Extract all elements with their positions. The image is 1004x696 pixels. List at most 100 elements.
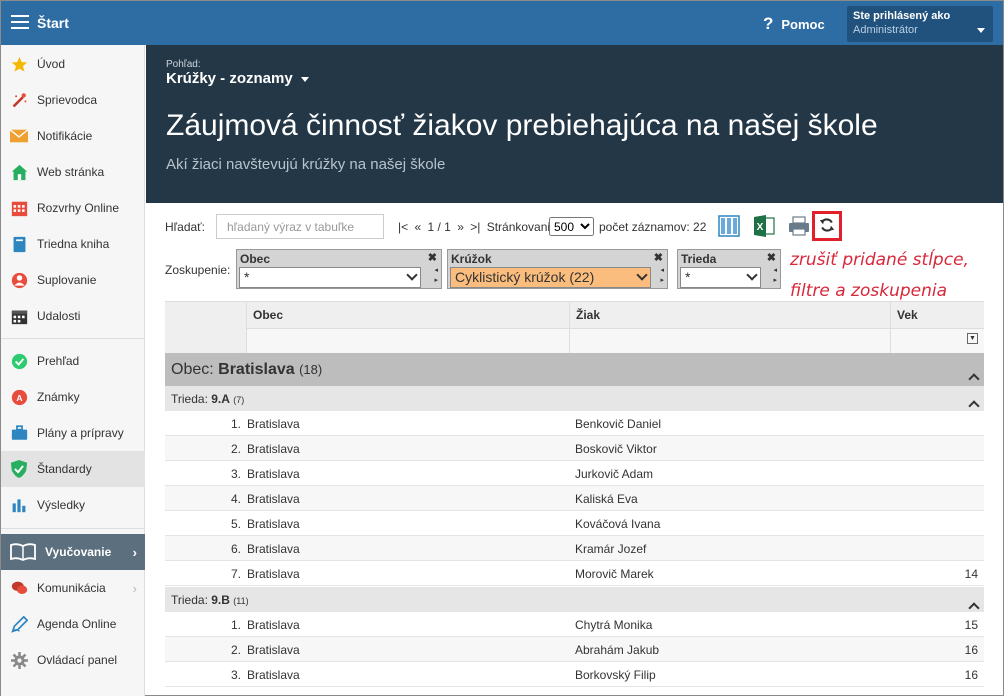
table-row[interactable]: 1. Bratislava Chytrá Monika 15 [165, 612, 984, 637]
group-box-obec[interactable]: Obec ✖ ◂ ▸ * [236, 249, 442, 289]
close-icon[interactable]: ✖ [767, 251, 776, 264]
hamburger-menu-icon[interactable] [11, 15, 29, 29]
grouping-label: Zoskupenie: [165, 263, 231, 277]
group-box-trieda[interactable]: Trieda ✖ ◂ ▸ * [677, 249, 781, 289]
cell-obec: Bratislava [247, 467, 300, 481]
cell-vek: 16 [964, 643, 978, 657]
reset-button[interactable] [812, 211, 842, 241]
cell-ziak: Benkovič Daniel [575, 417, 662, 431]
sidebar-item-label: Rozvrhy Online [37, 201, 120, 215]
sidebar-item-rozvrhy[interactable]: Rozvrhy Online [1, 190, 145, 226]
sidebar-item-vysledky[interactable]: Výsledky [1, 487, 145, 523]
row-number: 3. [230, 467, 241, 481]
cell-vek: 16 [964, 668, 978, 682]
columns-icon[interactable] [717, 214, 741, 238]
cell-obec: Bratislava [247, 567, 300, 581]
group-row-trieda[interactable]: Trieda: 9.A (7) [165, 386, 984, 412]
row-number: 6. [230, 542, 241, 556]
sidebar-item-udalosti[interactable]: Udalosti [1, 298, 145, 334]
sidebar-item-agenda[interactable]: Agenda Online [1, 606, 145, 642]
sidebar-item-web-stranka[interactable]: Web stránka [1, 154, 145, 190]
table-row[interactable]: 1. Bratislava Benkovič Daniel [165, 411, 984, 436]
house-icon [10, 163, 28, 181]
app-title[interactable]: Štart [37, 15, 69, 31]
column-header-vek[interactable]: Vek ▼ [890, 302, 984, 354]
shield-check-icon [10, 460, 28, 478]
column-filter[interactable] [570, 328, 891, 354]
table-row[interactable]: 2. Bratislava Abrahám Jakub 16 [165, 637, 984, 662]
sidebar-item-label: Notifikácie [37, 129, 93, 143]
chevron-down-icon [977, 28, 985, 33]
chevron-right-icon: › [132, 580, 137, 596]
group-name: 9.A [211, 392, 230, 406]
annotation-line: zrušiť pridané stĺpce, [790, 250, 969, 270]
pager-next-button[interactable]: » [457, 220, 464, 234]
move-arrows-icon[interactable]: ◂ ▸ [773, 266, 777, 286]
sidebar-item-label: Web stránka [37, 165, 105, 179]
row-number: 3. [230, 668, 241, 682]
group-count: (18) [299, 362, 323, 377]
sidebar-item-label: Ovládací panel [37, 653, 118, 667]
group-prefix: Obec: [171, 361, 214, 378]
sort-down-icon[interactable]: ▼ [967, 333, 978, 344]
table-row[interactable]: 7. Bratislava Morovič Marek 14 [165, 561, 984, 586]
search-input[interactable] [216, 214, 384, 239]
group-row-trieda[interactable]: Trieda: 9.B (11) [165, 587, 984, 614]
sidebar-item-plany[interactable]: Plány a prípravy [1, 415, 145, 451]
group-select-obec[interactable]: * [239, 267, 421, 288]
print-icon[interactable] [787, 214, 811, 238]
magic-wand-icon [10, 91, 28, 109]
excel-icon[interactable]: X [752, 214, 776, 238]
sidebar-item-uvod[interactable]: Úvod [1, 46, 145, 82]
sidebar-item-triedna-kniha[interactable]: Triedna kniha [1, 226, 145, 262]
group-count: (7) [233, 395, 245, 405]
sidebar-item-suplovanie[interactable]: Suplovanie [1, 262, 145, 298]
sidebar-item-standardy[interactable]: Štandardy [1, 451, 145, 487]
pager-last-button[interactable]: >| [470, 220, 480, 234]
sidebar-item-ovladaci-panel[interactable]: Ovládací panel [1, 642, 145, 678]
group-title: Krúžok [451, 252, 492, 266]
table-row[interactable]: 5. Bratislava Kováčová Ivana [165, 511, 984, 536]
group-name: Bratislava [218, 361, 295, 378]
sidebar-item-vyucovanie[interactable]: Vyučovanie › [1, 534, 145, 570]
page-header: Pohľad: Krúžky - zoznamy Záujmová činnos… [146, 45, 1003, 203]
cell-ziak: Kováčová Ivana [575, 517, 661, 531]
cell-ziak: Chytrá Monika [575, 618, 653, 632]
view-selector[interactable]: Krúžky - zoznamy [166, 70, 309, 87]
move-arrows-icon[interactable]: ◂ ▸ [660, 266, 664, 286]
row-number: 5. [230, 517, 241, 531]
user-menu[interactable]: Ste prihlásený ako Administrátor [847, 6, 993, 42]
close-icon[interactable]: ✖ [654, 251, 663, 264]
table-row[interactable]: 6. Bratislava Kramár Jozef [165, 536, 984, 561]
table-row[interactable]: 2. Bratislava Boskovič Viktor [165, 436, 984, 461]
sidebar-item-sprievodca[interactable]: Sprievodca [1, 82, 145, 118]
open-book-icon [10, 543, 36, 561]
table-row[interactable]: 3. Bratislava Borkovský Filip 16 [165, 662, 984, 687]
chat-icon [10, 579, 28, 597]
column-filter[interactable] [247, 328, 570, 354]
collapse-icon[interactable] [968, 373, 980, 385]
collapse-icon[interactable] [968, 400, 980, 412]
pager-prev-button[interactable]: « [414, 220, 421, 234]
table-row[interactable]: 3. Bratislava Jurkovič Adam [165, 461, 984, 486]
move-arrows-icon[interactable]: ◂ ▸ [434, 266, 438, 286]
calendar-icon [10, 307, 28, 325]
cell-obec: Bratislava [247, 542, 300, 556]
table-row[interactable]: 4. Bratislava Kaliská Eva [165, 486, 984, 511]
sidebar-item-znamky[interactable]: A Známky [1, 379, 145, 415]
pager-first-button[interactable]: |< [398, 220, 408, 234]
column-header-obec[interactable]: Obec [246, 302, 570, 354]
group-row-obec[interactable]: Obec: Bratislava (18) [165, 353, 984, 386]
group-select-kruzok[interactable]: Cyklistický krúžok (22) [450, 267, 651, 288]
group-box-kruzok[interactable]: Krúžok ✖ ◂ ▸ Cyklistický krúžok (22) [447, 249, 668, 289]
row-number: 1. [230, 417, 241, 431]
close-icon[interactable]: ✖ [428, 251, 437, 264]
help-button[interactable]: ? Pomoc [763, 14, 825, 34]
page-size-select[interactable]: 500 [549, 217, 594, 236]
bar-chart-icon [10, 496, 28, 514]
group-select-trieda[interactable]: * [680, 267, 761, 288]
column-header-ziak[interactable]: Žiak [569, 302, 891, 354]
sidebar-item-komunikacia[interactable]: Komunikácia › [1, 570, 145, 606]
sidebar-item-notifikacie[interactable]: Notifikácie [1, 118, 145, 154]
sidebar-item-prehlad[interactable]: Prehľad [1, 343, 145, 379]
